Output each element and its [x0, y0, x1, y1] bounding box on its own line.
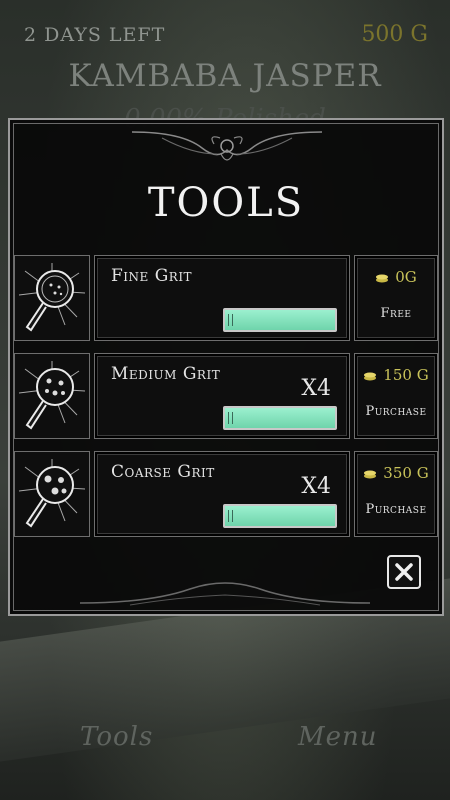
menu-button[interactable]: Menu: [298, 722, 378, 752]
price-box[interactable]: 150 G Purchase: [354, 353, 438, 439]
tool-count: X4: [301, 376, 331, 401]
tool-row-coarse: Coarse Grit X4 350 G Purchase: [14, 451, 438, 537]
bar-grip-mark: [228, 314, 233, 326]
purchase-button[interactable]: Purchase: [355, 502, 437, 517]
tools-dialog: TOOLS Fine Grit 0G Free Medium Grit X4 1…: [8, 118, 444, 616]
price-box[interactable]: 0G Free: [354, 255, 438, 341]
polisher-icon: [18, 263, 86, 332]
tool-row-fine: Fine Grit 0G Free: [14, 255, 438, 341]
tool-icon-box: [14, 451, 90, 537]
gold-balance: 500 G: [361, 22, 428, 47]
tool-price-value: 350 G: [383, 464, 429, 482]
tool-info[interactable]: Fine Grit: [94, 255, 350, 341]
close-icon: [395, 563, 413, 581]
polisher-icon: [18, 361, 86, 430]
tool-durability-fill: [225, 506, 335, 526]
polisher-icon: [18, 459, 86, 528]
tool-price-value: 150 G: [383, 366, 429, 384]
gold-coin-icon: [364, 372, 377, 381]
tool-icon-box: [14, 353, 90, 439]
tool-count: X4: [301, 474, 331, 499]
purchase-button[interactable]: Purchase: [355, 404, 437, 419]
tool-price-value: 0G: [395, 268, 417, 286]
tool-info[interactable]: Coarse Grit X4: [94, 451, 350, 537]
tool-durability-bar: [223, 406, 337, 430]
tool-durability-fill: [225, 310, 335, 330]
tool-durability-bar: [223, 504, 337, 528]
tool-price: 350 G: [355, 464, 437, 482]
bar-grip-mark: [228, 412, 233, 424]
ornament-top: [131, 131, 323, 161]
price-box[interactable]: 350 G Purchase: [354, 451, 438, 537]
tool-name: Fine Grit: [111, 266, 193, 286]
gold-coin-icon: [364, 470, 377, 479]
stone-name: KAMBABA JASPER: [68, 58, 382, 94]
tool-name: Coarse Grit: [111, 462, 215, 482]
tool-price: 150 G: [355, 366, 437, 384]
free-button[interactable]: Free: [355, 306, 437, 321]
tool-info[interactable]: Medium Grit X4: [94, 353, 350, 439]
tools-button[interactable]: Tools: [80, 722, 153, 752]
gold-coin-icon: [376, 274, 389, 283]
tool-row-medium: Medium Grit X4 150 G Purchase: [14, 353, 438, 439]
tool-durability-fill: [225, 408, 335, 428]
bar-grip-mark: [228, 510, 233, 522]
close-button[interactable]: [387, 555, 421, 589]
days-left-label: 2 DAYS LEFT: [24, 24, 166, 46]
tool-durability-bar: [223, 308, 337, 332]
tool-name: Medium Grit: [111, 364, 221, 384]
tool-price: 0G: [355, 268, 437, 286]
tool-icon-box: [14, 255, 90, 341]
ornament-bottom: [79, 582, 371, 606]
dialog-title: TOOLS: [147, 180, 305, 226]
